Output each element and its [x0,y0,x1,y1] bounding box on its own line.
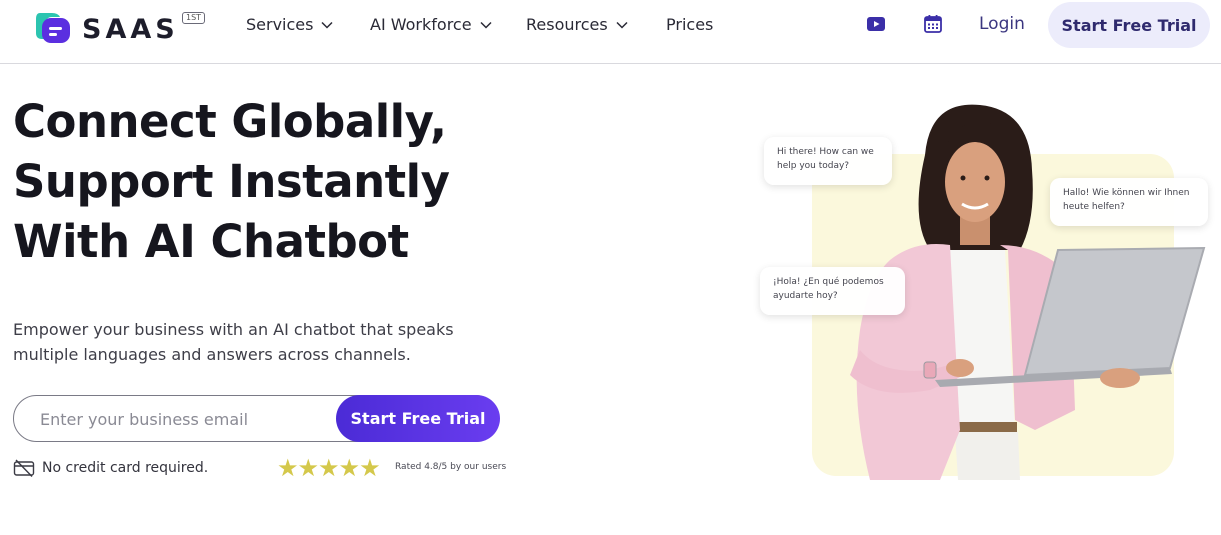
hero-headline: Connect Globally, Support Instantly With… [13,92,493,272]
headline-line: With AI Chatbot [13,215,409,268]
chat-bubble-spanish: ¡Hola! ¿En qué podemos ayudarte hoy? [760,267,905,315]
headline-line: Support Instantly [13,155,450,208]
subtext-line: Empower your business with an AI chatbot… [13,320,454,339]
email-signup-form: Start Free Trial [13,395,500,442]
business-email-input[interactable] [40,408,330,430]
subtext-line: multiple languages and answers across ch… [13,345,411,364]
calendar-icon[interactable] [923,14,943,34]
star-icon: ★ [359,454,381,482]
nav-prices-label: Prices [666,15,714,34]
chat-bubble-line: help you today? [777,161,850,171]
rating-text: Rated 4.8/5 by our users [395,462,507,472]
chevron-down-icon [480,21,492,29]
header-start-trial-button[interactable]: Start Free Trial [1048,2,1210,48]
logo-mark-icon [36,13,70,43]
chat-bubble-line: heute helfen? [1063,202,1125,212]
chat-bubble-line: Hi there! How can we [777,147,874,157]
no-credit-card-note: No credit card required. [13,457,208,479]
no-credit-card-label: No credit card required. [42,460,209,476]
chevron-down-icon [616,21,628,29]
play-video-icon[interactable] [866,14,886,34]
chat-bubble-line: ayudarte hoy? [773,291,838,301]
hero-start-trial-button[interactable]: Start Free Trial [336,395,500,442]
rating-stars: ★ ★ ★ ★ ★ [277,454,381,482]
nav-services-label: Services [246,15,314,34]
star-icon: ★ [277,454,299,482]
brand-badge: 1ST [182,12,206,24]
site-header: SAAS 1ST Services AI Workforce Resources… [0,0,1221,64]
nav-ai-workforce-label: AI Workforce [370,15,472,34]
chat-bubble-english: Hi there! How can we help you today? [764,137,892,185]
nav-prices[interactable]: Prices [666,14,713,36]
brand-name: SAAS [82,14,179,45]
nav-resources[interactable]: Resources [526,14,628,36]
hero-subtext: Empower your business with an AI chatbot… [13,317,493,367]
no-credit-card-icon [13,459,35,477]
nav-ai-workforce[interactable]: AI Workforce [370,14,492,36]
chat-bubble-line: Hallo! Wie können wir Ihnen [1063,188,1190,198]
chat-bubble-line: ¡Hola! ¿En qué podemos [773,277,884,287]
chat-bubble-german: Hallo! Wie können wir Ihnen heute helfen… [1050,178,1208,226]
nav-resources-label: Resources [526,15,608,34]
login-link[interactable]: Login [979,13,1025,35]
star-icon: ★ [318,454,340,482]
nav-services[interactable]: Services [246,14,333,36]
star-icon: ★ [338,454,361,482]
star-icon: ★ [297,454,320,482]
chevron-down-icon [321,21,333,29]
headline-line: Connect Globally, [13,95,447,148]
